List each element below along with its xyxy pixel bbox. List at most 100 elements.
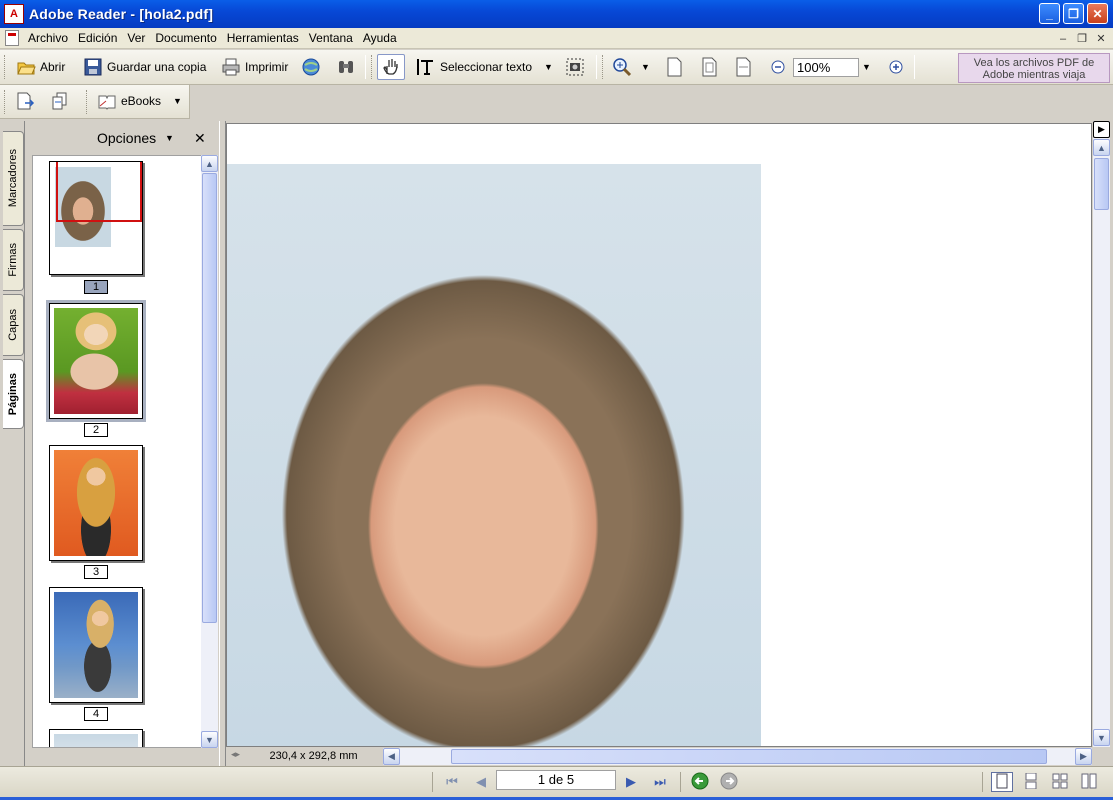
tab-firmas[interactable]: Firmas bbox=[3, 229, 24, 291]
actual-size-button[interactable] bbox=[661, 54, 687, 80]
doc-restore-button[interactable]: ❐ bbox=[1073, 31, 1091, 46]
scroll-thumb[interactable] bbox=[1094, 158, 1109, 210]
single-page-icon bbox=[995, 773, 1009, 792]
continuous-facing-layout-button[interactable] bbox=[1078, 772, 1100, 792]
print-button[interactable]: Imprimir bbox=[218, 54, 291, 80]
doc-minimize-button[interactable]: – bbox=[1054, 31, 1072, 46]
document-photo bbox=[227, 164, 761, 746]
page-thumbnail[interactable] bbox=[49, 729, 143, 747]
close-button[interactable]: ✕ bbox=[1087, 3, 1108, 24]
scroll-thumb[interactable] bbox=[202, 173, 217, 623]
toolbar-grip[interactable] bbox=[86, 90, 89, 114]
select-text-dropdown[interactable]: ▼ bbox=[541, 54, 556, 80]
ebooks-dropdown[interactable]: ▼ bbox=[170, 88, 185, 114]
page-thumbnail[interactable] bbox=[46, 300, 146, 422]
save-copy-button[interactable]: Guardar una copia bbox=[80, 54, 209, 80]
thumbnail-scrollbar[interactable]: ▲ ▼ bbox=[201, 155, 218, 748]
ebooks-button[interactable]: eBooks bbox=[94, 88, 164, 114]
tab-paginas[interactable]: Páginas bbox=[3, 359, 24, 429]
toolbar-grip[interactable] bbox=[602, 55, 605, 79]
zoom-dropdown[interactable]: ▼ bbox=[859, 54, 874, 80]
pages-button[interactable] bbox=[47, 88, 73, 114]
horizontal-scrollbar[interactable]: ◀ ▶ bbox=[383, 748, 1092, 765]
select-text-button[interactable]: Seleccionar texto bbox=[413, 54, 535, 80]
binoculars-icon bbox=[336, 57, 356, 77]
scroll-down-button[interactable]: ▼ bbox=[1093, 729, 1110, 746]
page-thumbnail[interactable] bbox=[49, 161, 143, 275]
first-page-icon[interactable]: ⏮ bbox=[441, 772, 463, 792]
chevron-down-icon: ▼ bbox=[862, 62, 871, 72]
document-scrollbar[interactable]: ▶ ▲ ▼ bbox=[1093, 121, 1110, 747]
fit-width-button[interactable] bbox=[730, 54, 756, 80]
single-page-layout-button[interactable] bbox=[991, 772, 1013, 792]
page-preview-image bbox=[55, 167, 111, 247]
zoom-tool-dropdown[interactable]: ▼ bbox=[638, 54, 653, 80]
page-preview-image bbox=[54, 592, 138, 698]
resize-handle-icon[interactable]: ◂▸ bbox=[228, 749, 243, 763]
panel-splitter[interactable] bbox=[219, 121, 226, 766]
last-page-icon[interactable]: ⏭ bbox=[649, 772, 671, 792]
menu-documento[interactable]: Documento bbox=[150, 31, 221, 45]
toolbar-empty-area bbox=[190, 85, 1113, 119]
minimize-button[interactable]: _ bbox=[1039, 3, 1060, 24]
menu-ventana[interactable]: Ventana bbox=[304, 31, 358, 45]
scroll-down-button[interactable]: ▼ bbox=[201, 731, 218, 748]
options-menu[interactable]: Opciones bbox=[97, 130, 156, 146]
document-icon[interactable] bbox=[5, 30, 19, 46]
zoom-in-button[interactable] bbox=[883, 54, 909, 80]
hand-tool-button[interactable] bbox=[377, 54, 405, 80]
facing-layout-button[interactable] bbox=[1049, 772, 1071, 792]
maximize-button[interactable]: ❐ bbox=[1063, 3, 1084, 24]
adobe-promo-banner[interactable]: Vea los archivos PDF de Adobe mientras v… bbox=[958, 53, 1110, 83]
menu-ver[interactable]: Ver bbox=[122, 31, 150, 45]
close-panel-icon[interactable]: ✕ bbox=[194, 130, 206, 147]
back-arrow-icon bbox=[691, 772, 709, 793]
go-forward-button[interactable] bbox=[718, 772, 740, 792]
menu-edicion[interactable]: Edición bbox=[73, 31, 122, 45]
toolbar-grip[interactable] bbox=[4, 90, 7, 114]
create-pdf-button[interactable] bbox=[12, 88, 38, 114]
scroll-up-button[interactable]: ▲ bbox=[1093, 139, 1110, 156]
menu-bar: Archivo Edición Ver Documento Herramient… bbox=[0, 28, 1113, 49]
zoom-input[interactable]: 100% bbox=[793, 58, 859, 77]
scroll-left-button[interactable]: ◀ bbox=[383, 748, 400, 765]
pages-stack-icon bbox=[50, 91, 70, 111]
scroll-thumb[interactable] bbox=[451, 749, 1047, 764]
ebooks-label: eBooks bbox=[121, 94, 162, 108]
toolbar-separator bbox=[365, 55, 366, 79]
email-button[interactable] bbox=[298, 54, 324, 80]
printer-icon bbox=[221, 57, 241, 77]
window-title: Adobe Reader - [hola2.pdf] bbox=[29, 6, 214, 22]
doc-close-button[interactable]: ✕ bbox=[1092, 31, 1110, 46]
page-preview-image bbox=[54, 308, 138, 414]
scroll-right-button[interactable]: ▶ bbox=[1075, 748, 1092, 765]
zoom-in-tool-button[interactable] bbox=[609, 54, 635, 80]
tab-capas[interactable]: Capas bbox=[3, 294, 24, 356]
split-view-button[interactable]: ▶ bbox=[1093, 121, 1110, 138]
menu-ayuda[interactable]: Ayuda bbox=[358, 31, 402, 45]
camera-snapshot-icon bbox=[565, 57, 585, 77]
page-number-input[interactable]: 1 de 5 bbox=[496, 770, 616, 790]
promo-line-2: Adobe mientras viaja bbox=[982, 69, 1086, 81]
fit-page-button[interactable] bbox=[696, 54, 722, 80]
search-button[interactable] bbox=[333, 54, 359, 80]
zoom-out-button[interactable] bbox=[765, 54, 791, 80]
page-thumbnail[interactable] bbox=[49, 445, 143, 561]
menu-archivo[interactable]: Archivo bbox=[23, 31, 73, 45]
next-page-icon[interactable]: ▶ bbox=[620, 772, 642, 792]
toolbar-grip[interactable] bbox=[4, 55, 7, 79]
previous-page-icon[interactable]: ◀ bbox=[470, 772, 492, 792]
chevron-down-icon[interactable]: ▼ bbox=[165, 133, 174, 143]
document-view[interactable] bbox=[226, 123, 1092, 747]
magnifier-icon bbox=[612, 57, 632, 77]
tab-marcadores[interactable]: Marcadores bbox=[3, 131, 24, 226]
page-thumbnail[interactable] bbox=[49, 587, 143, 703]
snapshot-button[interactable] bbox=[562, 54, 588, 80]
toolbar-grip[interactable] bbox=[371, 55, 374, 79]
go-back-button[interactable] bbox=[689, 772, 711, 792]
scroll-up-button[interactable]: ▲ bbox=[201, 155, 218, 172]
continuous-layout-button[interactable] bbox=[1020, 772, 1042, 792]
open-button[interactable]: Abrir bbox=[13, 54, 68, 80]
facing-pages-icon bbox=[1052, 773, 1068, 792]
menu-herramientas[interactable]: Herramientas bbox=[222, 31, 304, 45]
